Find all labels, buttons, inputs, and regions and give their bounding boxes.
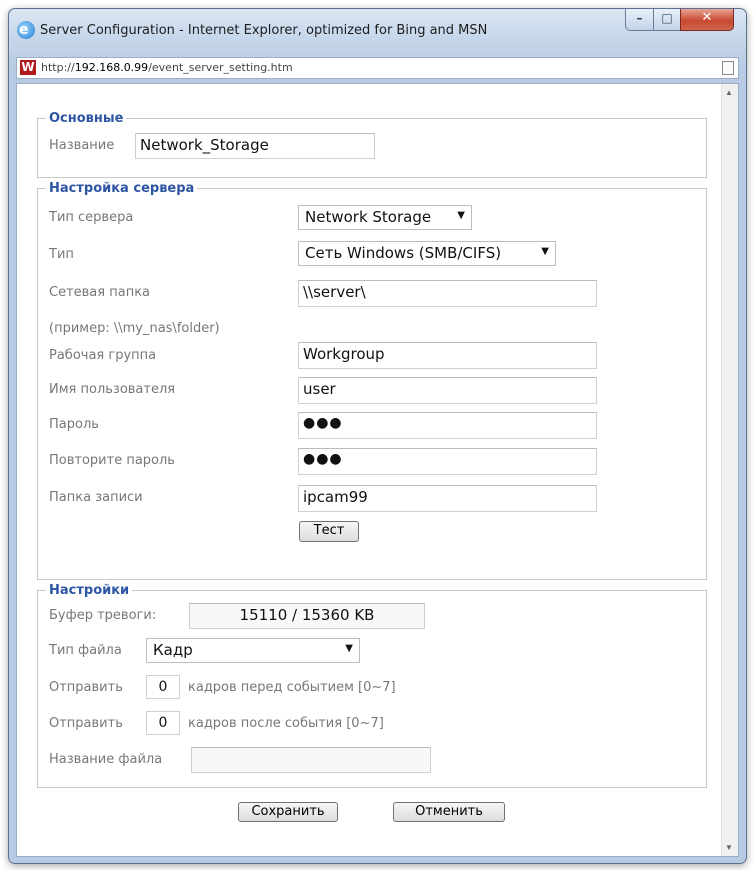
chevron-down-icon: ▼ [345, 643, 353, 654]
post-frames-input[interactable]: 0 [146, 711, 180, 735]
site-logo-icon: W [20, 60, 36, 75]
title-bar[interactable]: e Server Configuration - Internet Explor… [9, 9, 746, 51]
address-url: http://192.168.0.99/event_server_setting… [41, 61, 293, 74]
network-folder-label: Сетевая папка [49, 285, 151, 300]
alarm-buffer-label: Буфер тревоги: [49, 608, 157, 623]
file-name-input [191, 747, 431, 773]
vertical-scrollbar[interactable]: ▲ ▼ [721, 84, 738, 856]
password-repeat-label: Повторите пароль [49, 453, 175, 468]
cancel-button[interactable]: Отменить [393, 802, 505, 822]
minimize-icon: – [636, 11, 643, 25]
settings-legend: Настройки [46, 583, 133, 598]
workgroup-label: Рабочая группа [49, 348, 157, 363]
minimize-button[interactable]: – [625, 9, 654, 31]
file-name-label: Название файла [49, 752, 163, 767]
close-icon: ✕ [701, 10, 713, 25]
window-title: Server Configuration - Internet Explorer… [40, 23, 488, 38]
basic-legend: Основные [46, 111, 127, 126]
server-section: Настройка сервера Тип сервера Network St… [37, 181, 707, 580]
username-label: Имя пользователя [49, 382, 176, 397]
send-post-label: Отправить [49, 716, 123, 731]
server-legend: Настройка сервера [46, 181, 198, 196]
page-content: ▲ ▼ Основные Название Network_Storage На… [16, 83, 739, 857]
password-repeat-input[interactable]: ●●● [298, 448, 597, 475]
name-input[interactable]: Network_Storage [135, 133, 375, 159]
send-pre-label: Отправить [49, 680, 123, 695]
alarm-buffer-value: 15110 / 15360 KB [189, 603, 425, 629]
server-type-label: Тип сервера [49, 210, 134, 225]
page-icon[interactable] [722, 61, 734, 75]
server-type-select[interactable]: Network Storage ▼ [298, 205, 472, 230]
record-folder-label: Папка записи [49, 490, 143, 505]
type-select[interactable]: Сеть Windows (SMB/CIFS) ▼ [298, 241, 556, 266]
file-type-label: Тип файла [49, 643, 122, 658]
chevron-down-icon: ▼ [541, 246, 549, 257]
save-button[interactable]: Сохранить [238, 802, 338, 822]
scroll-down-icon[interactable]: ▼ [725, 843, 733, 852]
username-input[interactable]: user [298, 377, 597, 404]
maximize-icon: □ [661, 11, 673, 25]
close-button[interactable]: ✕ [680, 9, 734, 31]
name-label: Название [49, 138, 115, 153]
file-type-select[interactable]: Кадр ▼ [146, 638, 360, 663]
record-folder-input[interactable]: ipcam99 [298, 485, 597, 512]
basic-section: Основные Название Network_Storage [37, 111, 707, 178]
ie-icon: e [17, 21, 35, 39]
test-button[interactable]: Тест [299, 521, 359, 542]
chevron-down-icon: ▼ [457, 210, 465, 221]
folder-example: (пример: \\my_nas\folder) [49, 321, 220, 336]
address-bar[interactable]: W http://192.168.0.99/event_server_setti… [16, 57, 739, 79]
scroll-up-icon[interactable]: ▲ [725, 88, 733, 97]
type-label: Тип [49, 247, 74, 262]
pre-frames-input[interactable]: 0 [146, 675, 180, 699]
maximize-button[interactable]: □ [653, 9, 681, 31]
password-label: Пароль [49, 417, 99, 432]
pre-frames-text: кадров перед событием [0~7] [188, 680, 396, 695]
settings-section: Настройки Буфер тревоги: 15110 / 15360 K… [37, 583, 707, 788]
workgroup-input[interactable]: Workgroup [298, 342, 597, 369]
browser-window: e Server Configuration - Internet Explor… [8, 8, 747, 864]
password-input[interactable]: ●●● [298, 412, 597, 439]
network-folder-input[interactable]: \\server\ [298, 280, 597, 307]
post-frames-text: кадров после события [0~7] [188, 716, 384, 731]
